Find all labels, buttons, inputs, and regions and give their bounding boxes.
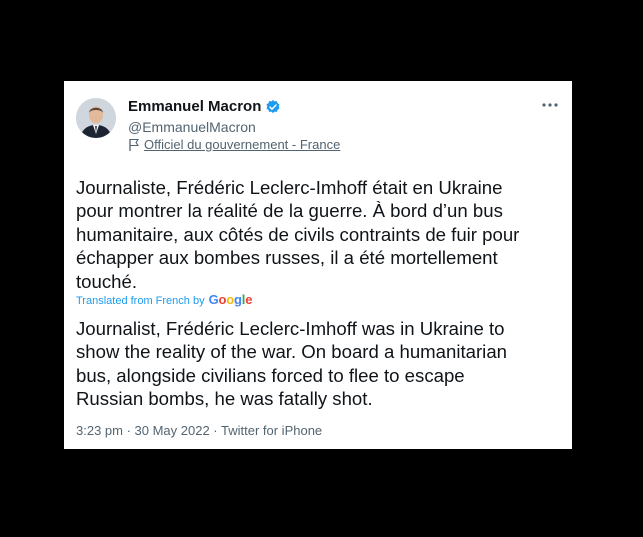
flag-icon [128,138,140,152]
author-name[interactable]: Emmanuel Macron [128,98,261,116]
google-logo: Google [208,292,253,307]
avatar[interactable] [76,98,116,138]
tweet-text-translated: Journalist, Frédéric Leclerc-Imhoff was … [76,318,507,410]
author-handle[interactable]: @EmmanuelMacron [128,118,256,136]
tweet-timestamp[interactable]: 3:23 pm · 30 May 2022 · Twitter for iPho… [76,423,322,439]
more-options-icon[interactable] [540,95,560,115]
verified-badge-icon [265,99,281,115]
avatar-image [76,98,116,138]
tweet-card: Emmanuel Macron @EmmanuelMacron Officiel… [64,81,572,449]
affiliation-link[interactable]: Officiel du gouvernement - France [144,137,340,153]
tweet-text-original: Journaliste, Frédéric Leclerc-Imhoff éta… [76,177,520,292]
author-name-row: Emmanuel Macron [128,98,281,116]
translated-label: Translated from French by [76,295,205,307]
translation-attribution: Translated from French by Google [76,293,252,308]
affiliation-label: Officiel du gouvernement - France [128,137,340,153]
